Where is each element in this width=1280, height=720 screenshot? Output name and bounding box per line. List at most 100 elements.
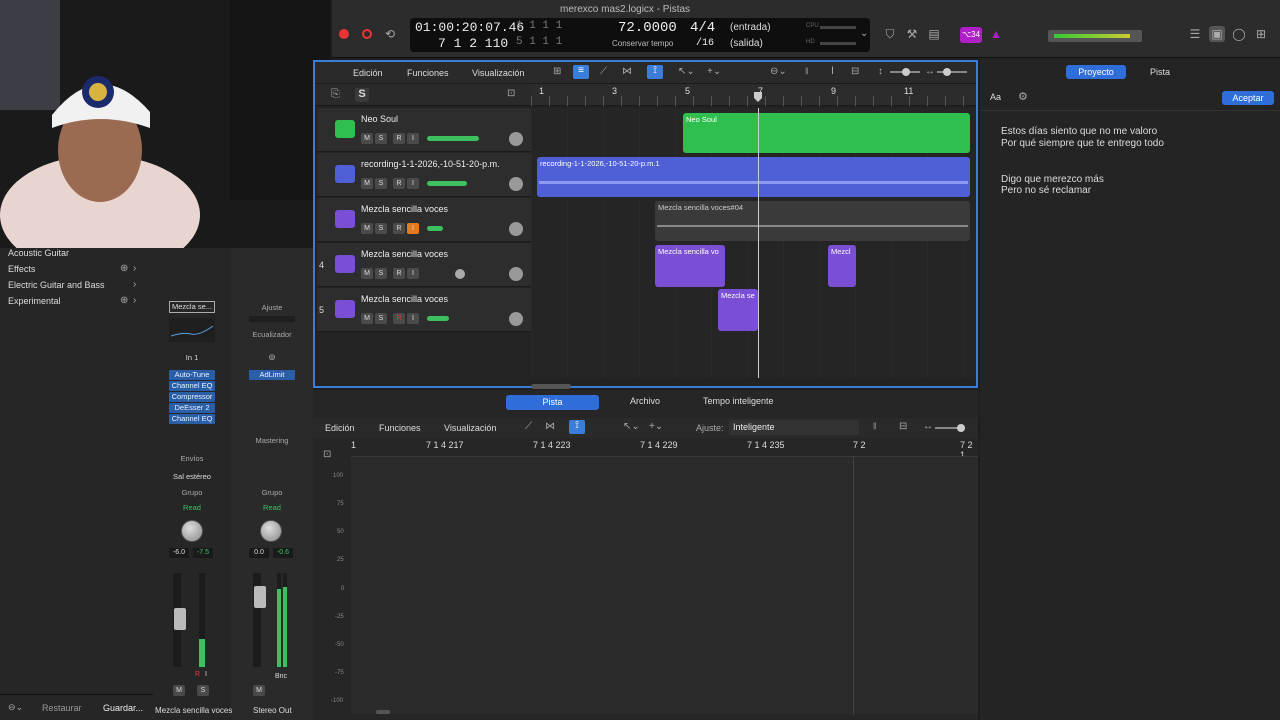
chevron-right-icon[interactable]: ›	[133, 279, 136, 290]
mastering-slot[interactable]: Mastering	[233, 436, 311, 445]
functions-menu[interactable]: Funciones	[379, 423, 421, 433]
track-name[interactable]: Mezcla sencilla voces	[361, 294, 448, 304]
plugin-slot[interactable]: Auto-Tune	[169, 370, 215, 380]
region-mezcla-4b[interactable]: Mezcl	[828, 245, 856, 287]
pan-knob[interactable]	[509, 267, 523, 281]
plugin-slot[interactable]: Channel EQ	[169, 381, 215, 391]
solo-button[interactable]: S	[375, 268, 387, 279]
settings-slot[interactable]: Ajuste	[233, 303, 311, 312]
waveform-zoom-icon[interactable]: ⧛	[805, 66, 809, 77]
track-name[interactable]: Mezcla sencilla voces	[361, 249, 448, 259]
volume-slider[interactable]	[427, 316, 449, 321]
plugin-slot[interactable]: Compressor	[169, 392, 215, 402]
input-slot[interactable]: In 1	[169, 353, 215, 362]
pan-knob[interactable]	[181, 520, 203, 542]
snap-select[interactable]: Inteligente	[729, 420, 859, 435]
record-arm-button[interactable]: R	[393, 133, 405, 144]
track-header[interactable]: Neo Soul M S R I	[317, 108, 531, 152]
grid-icon[interactable]: ⊞	[553, 66, 561, 77]
volume-slider[interactable]	[427, 136, 479, 141]
restore-button[interactable]: Restaurar	[42, 703, 82, 713]
input-monitor-button[interactable]: I	[407, 133, 419, 144]
automation-mode[interactable]: Read	[153, 503, 231, 512]
lcd-display[interactable]: 01:00:20:07.46 1 1 1 1 7 1 2 110 5 1 1 1…	[410, 18, 870, 52]
add-circle-icon[interactable]: ⊕	[120, 263, 128, 274]
track-name[interactable]: Mezcla sencilla voces	[361, 204, 448, 214]
solo-button[interactable]: S	[197, 685, 209, 696]
chevron-right-icon[interactable]: ›	[133, 295, 136, 306]
region-recording[interactable]: recording-1-1-2026,-10-51-20-p.m.1	[537, 157, 970, 197]
volume-fader[interactable]	[174, 608, 186, 630]
add-icon[interactable]: ⊡	[323, 449, 339, 462]
input-monitor-button[interactable]: I	[407, 268, 419, 279]
shield-icon[interactable]: ⛉	[882, 26, 898, 42]
solo-button[interactable]: S	[375, 223, 387, 234]
waveform-zoom-icon[interactable]: ⧛	[873, 421, 877, 432]
view-menu[interactable]: Visualización	[472, 68, 524, 78]
alt-tool-icon[interactable]: +⌄	[707, 66, 721, 77]
group-slot[interactable]: Grupo	[233, 488, 311, 497]
output-slot[interactable]: Sal estéreo	[153, 472, 231, 481]
plugin-slot[interactable]: DeEsser 2	[169, 403, 215, 413]
editor-ruler[interactable]: 1 7 1 4 217 7 1 4 223 7 1 4 229 7 1 4 23…	[351, 440, 978, 460]
save-button[interactable]: Guardar...	[103, 703, 143, 713]
settings-icon[interactable]: ⚙	[1018, 90, 1028, 103]
settings-icon[interactable]: ⊖⌄	[8, 702, 23, 713]
volume-slider[interactable]	[455, 269, 465, 279]
bounce-button[interactable]: Bnc	[275, 673, 287, 680]
font-button[interactable]: Aa	[990, 92, 1001, 102]
pan-knob[interactable]	[509, 132, 523, 146]
region-mezcla-5[interactable]: Mezcla se	[718, 289, 758, 331]
alt-tool-icon[interactable]: +⌄	[649, 421, 663, 432]
volume-fader[interactable]	[254, 586, 266, 608]
eq-thumbnail[interactable]	[169, 318, 215, 342]
library-item[interactable]: Experimental	[8, 296, 61, 306]
snap-icon[interactable]: ⊖⌄	[770, 66, 787, 77]
functions-menu[interactable]: Funciones	[407, 68, 449, 78]
vertical-zoom-slider-icon[interactable]: ↕	[878, 66, 883, 77]
pan-knob[interactable]	[509, 222, 523, 236]
accept-button[interactable]: Aceptar	[1222, 91, 1274, 105]
horizontal-zoom-slider[interactable]	[937, 68, 967, 76]
i-button[interactable]: I	[205, 671, 207, 678]
horizontal-fit-icon[interactable]: ⊟	[899, 421, 907, 432]
mute-button[interactable]: M	[361, 313, 373, 324]
track-header[interactable]: Mezcla sencilla voces M S R I	[317, 198, 531, 242]
list-view-icon[interactable]: ≡	[573, 65, 589, 79]
ruler[interactable]: 1 3 5 7 9 11	[531, 84, 976, 106]
input-monitor-button[interactable]: I	[407, 178, 419, 189]
flex-icon[interactable]: ⋈	[622, 66, 632, 77]
catch-icon[interactable]: ⟟	[569, 420, 585, 434]
track-header[interactable]: 4 Mezcla sencilla voces M S R I	[317, 243, 531, 287]
solo-button[interactable]: S	[375, 313, 387, 324]
mute-button[interactable]: M	[173, 685, 185, 696]
metronome-icon[interactable]: ▲	[988, 26, 1004, 42]
region-mezcla-4a[interactable]: Mezcla sencilla vo	[655, 245, 725, 287]
track-name[interactable]: recording-1-1-2026,-10-51-20-p.m.	[361, 159, 500, 169]
r-button[interactable]: R	[195, 671, 200, 678]
record-arm-button[interactable]: R	[393, 313, 405, 324]
horizontal-zoom-slider-icon[interactable]: ↔	[923, 421, 933, 432]
record-arm-button[interactable]: R	[393, 223, 405, 234]
plugin-slot[interactable]: AdLimit	[249, 370, 295, 380]
link-icon[interactable]: ⊚	[265, 352, 279, 362]
track-header[interactable]: 5 Mezcla sencilla voces M S R I	[317, 288, 531, 332]
tab-file[interactable]: Archivo	[630, 396, 660, 406]
horizontal-zoom-slider[interactable]	[935, 424, 965, 432]
horizontal-scrollbar[interactable]	[531, 384, 571, 389]
automation-mode[interactable]: Read	[233, 503, 311, 512]
mute-button[interactable]: M	[361, 178, 373, 189]
midi-badge[interactable]: ⌥34	[960, 27, 982, 43]
automation-icon[interactable]: ⟋	[525, 421, 532, 432]
group-slot[interactable]: Grupo	[153, 488, 231, 497]
mute-button[interactable]: M	[361, 268, 373, 279]
library-item[interactable]: Acoustic Guitar	[8, 248, 69, 258]
edit-menu[interactable]: Edición	[325, 423, 355, 433]
region-neo-soul[interactable]: Neo Soul	[683, 113, 970, 153]
tuner-icon[interactable]: ⚒	[904, 26, 920, 42]
view-menu[interactable]: Visualización	[444, 423, 496, 433]
mute-button[interactable]: M	[361, 223, 373, 234]
track-type-icon[interactable]: ⎘	[331, 88, 340, 101]
tab-project[interactable]: Proyecto	[1066, 65, 1126, 79]
flex-icon[interactable]: ⋈	[545, 421, 555, 432]
